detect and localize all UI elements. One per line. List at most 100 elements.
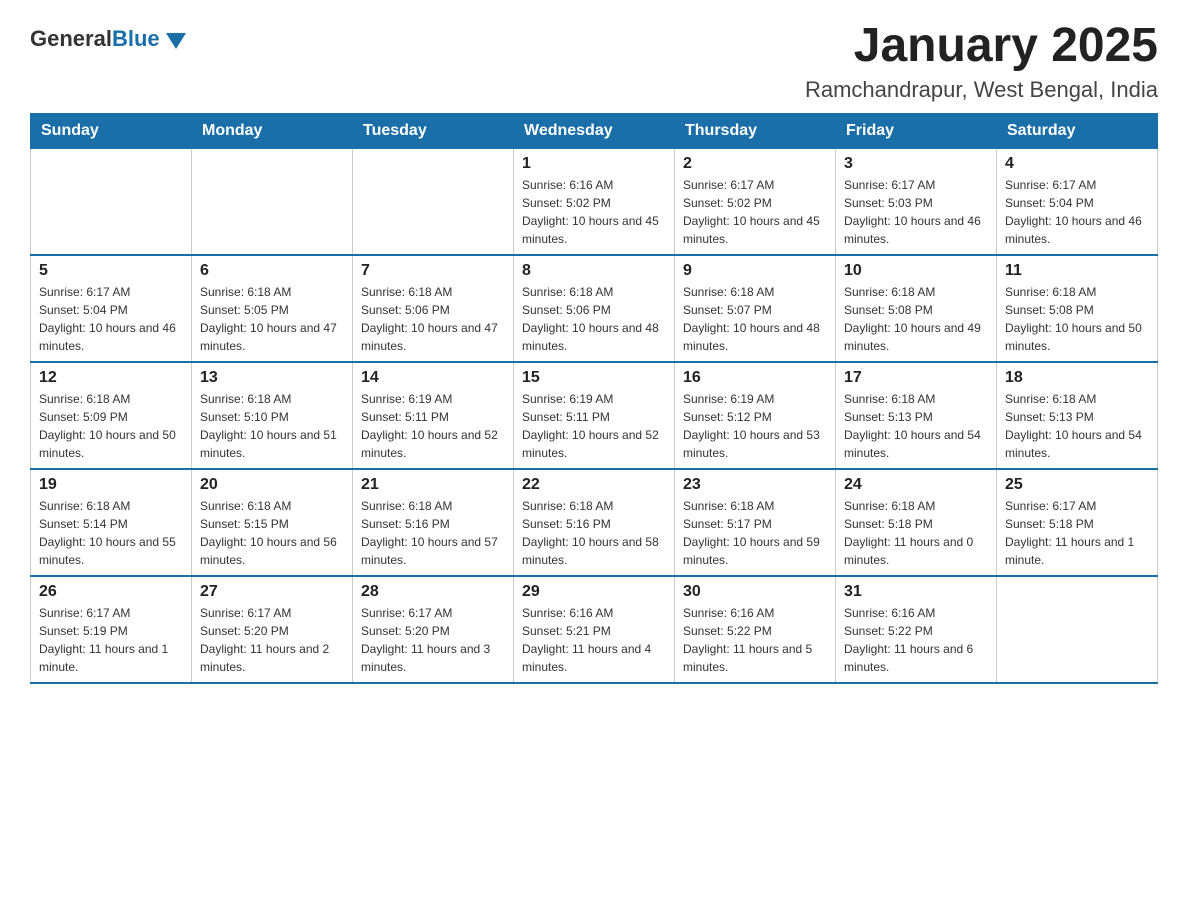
- calendar-cell: 25 Sunrise: 6:17 AM Sunset: 5:18 PM Dayli…: [997, 469, 1158, 576]
- day-number: 18: [1005, 369, 1149, 387]
- day-info: Sunrise: 6:17 AM Sunset: 5:18 PM Dayligh…: [1005, 497, 1149, 569]
- calendar-cell: 26 Sunrise: 6:17 AM Sunset: 5:19 PM Dayli…: [31, 576, 192, 683]
- logo-text: GeneralBlue: [30, 26, 160, 52]
- day-number: 6: [200, 262, 344, 280]
- calendar-week-row: 26 Sunrise: 6:17 AM Sunset: 5:19 PM Dayli…: [31, 576, 1158, 683]
- calendar-cell: 8 Sunrise: 6:18 AM Sunset: 5:06 PM Daylig…: [514, 255, 675, 362]
- day-number: 7: [361, 262, 505, 280]
- day-number: 25: [1005, 476, 1149, 494]
- weekday-header-thursday: Thursday: [675, 113, 836, 148]
- calendar-cell: 14 Sunrise: 6:19 AM Sunset: 5:11 PM Dayli…: [353, 362, 514, 469]
- day-info: Sunrise: 6:19 AM Sunset: 5:12 PM Dayligh…: [683, 390, 827, 462]
- calendar-cell: 17 Sunrise: 6:18 AM Sunset: 5:13 PM Dayli…: [836, 362, 997, 469]
- day-info: Sunrise: 6:16 AM Sunset: 5:22 PM Dayligh…: [844, 604, 988, 676]
- day-number: 23: [683, 476, 827, 494]
- calendar-cell: 20Sunrise: 6:18 AM Sunset: 5:15 PM Dayli…: [192, 469, 353, 576]
- day-info: Sunrise: 6:19 AM Sunset: 5:11 PM Dayligh…: [361, 390, 505, 462]
- calendar-cell: 10Sunrise: 6:18 AM Sunset: 5:08 PM Dayli…: [836, 255, 997, 362]
- calendar-cell: 24Sunrise: 6:18 AM Sunset: 5:18 PM Dayli…: [836, 469, 997, 576]
- day-info: Sunrise: 6:18 AM Sunset: 5:13 PM Dayligh…: [844, 390, 988, 462]
- day-number: 31: [844, 583, 988, 601]
- calendar-title: January 2025: [805, 20, 1158, 73]
- day-number: 30: [683, 583, 827, 601]
- day-info: Sunrise: 6:18 AM Sunset: 5:17 PM Dayligh…: [683, 497, 827, 569]
- day-number: 27: [200, 583, 344, 601]
- day-info: Sunrise: 6:17 AM Sunset: 5:02 PM Dayligh…: [683, 176, 827, 248]
- day-info: Sunrise: 6:19 AM Sunset: 5:11 PM Dayligh…: [522, 390, 666, 462]
- weekday-header-sunday: Sunday: [31, 113, 192, 148]
- day-number: 5: [39, 262, 183, 280]
- day-number: 17: [844, 369, 988, 387]
- logo-triangle-icon: [166, 33, 186, 49]
- day-info: Sunrise: 6:16 AM Sunset: 5:22 PM Dayligh…: [683, 604, 827, 676]
- day-info: Sunrise: 6:18 AM Sunset: 5:16 PM Dayligh…: [522, 497, 666, 569]
- day-info: Sunrise: 6:18 AM Sunset: 5:06 PM Dayligh…: [361, 283, 505, 355]
- day-number: 15: [522, 369, 666, 387]
- day-info: Sunrise: 6:18 AM Sunset: 5:05 PM Dayligh…: [200, 283, 344, 355]
- calendar-cell: 16Sunrise: 6:19 AM Sunset: 5:12 PM Dayli…: [675, 362, 836, 469]
- calendar-week-row: 19Sunrise: 6:18 AM Sunset: 5:14 PM Dayli…: [31, 469, 1158, 576]
- day-number: 8: [522, 262, 666, 280]
- calendar-cell: 2Sunrise: 6:17 AM Sunset: 5:02 PM Daylig…: [675, 148, 836, 255]
- page-header: GeneralBlue January 2025 Ramchandrapur, …: [30, 20, 1158, 103]
- day-info: Sunrise: 6:17 AM Sunset: 5:03 PM Dayligh…: [844, 176, 988, 248]
- day-number: 14: [361, 369, 505, 387]
- day-info: Sunrise: 6:18 AM Sunset: 5:06 PM Dayligh…: [522, 283, 666, 355]
- day-number: 21: [361, 476, 505, 494]
- calendar-cell: 6 Sunrise: 6:18 AM Sunset: 5:05 PM Daylig…: [192, 255, 353, 362]
- calendar-cell: 31 Sunrise: 6:16 AM Sunset: 5:22 PM Dayli…: [836, 576, 997, 683]
- day-info: Sunrise: 6:18 AM Sunset: 5:13 PM Dayligh…: [1005, 390, 1149, 462]
- calendar-week-row: 1Sunrise: 6:16 AM Sunset: 5:02 PM Daylig…: [31, 148, 1158, 255]
- calendar-header-row: SundayMondayTuesdayWednesdayThursdayFrid…: [31, 113, 1158, 148]
- calendar-cell: [31, 148, 192, 255]
- day-number: 19: [39, 476, 183, 494]
- title-area: January 2025 Ramchandrapur, West Bengal,…: [805, 20, 1158, 103]
- logo: GeneralBlue: [30, 26, 186, 52]
- day-number: 26: [39, 583, 183, 601]
- calendar-cell: 28 Sunrise: 6:17 AM Sunset: 5:20 PM Dayli…: [353, 576, 514, 683]
- calendar-cell: 27 Sunrise: 6:17 AM Sunset: 5:20 PM Dayli…: [192, 576, 353, 683]
- day-info: Sunrise: 6:17 AM Sunset: 5:04 PM Dayligh…: [1005, 176, 1149, 248]
- day-number: 24: [844, 476, 988, 494]
- day-number: 28: [361, 583, 505, 601]
- day-number: 13: [200, 369, 344, 387]
- calendar-table: SundayMondayTuesdayWednesdayThursdayFrid…: [30, 113, 1158, 684]
- day-number: 10: [844, 262, 988, 280]
- day-number: 1: [522, 155, 666, 173]
- calendar-cell: 22 Sunrise: 6:18 AM Sunset: 5:16 PM Dayli…: [514, 469, 675, 576]
- calendar-cell: 21 Sunrise: 6:18 AM Sunset: 5:16 PM Dayli…: [353, 469, 514, 576]
- calendar-cell: 12 Sunrise: 6:18 AM Sunset: 5:09 PM Dayli…: [31, 362, 192, 469]
- day-number: 9: [683, 262, 827, 280]
- logo-blue: Blue: [112, 26, 160, 51]
- day-number: 11: [1005, 262, 1149, 280]
- calendar-week-row: 5Sunrise: 6:17 AM Sunset: 5:04 PM Daylig…: [31, 255, 1158, 362]
- day-info: Sunrise: 6:16 AM Sunset: 5:21 PM Dayligh…: [522, 604, 666, 676]
- calendar-cell: 9 Sunrise: 6:18 AM Sunset: 5:07 PM Daylig…: [675, 255, 836, 362]
- day-info: Sunrise: 6:18 AM Sunset: 5:09 PM Dayligh…: [39, 390, 183, 462]
- calendar-cell: 13Sunrise: 6:18 AM Sunset: 5:10 PM Dayli…: [192, 362, 353, 469]
- calendar-cell: [192, 148, 353, 255]
- calendar-cell: [353, 148, 514, 255]
- day-info: Sunrise: 6:17 AM Sunset: 5:19 PM Dayligh…: [39, 604, 183, 676]
- weekday-header-saturday: Saturday: [997, 113, 1158, 148]
- day-number: 22: [522, 476, 666, 494]
- day-number: 4: [1005, 155, 1149, 173]
- calendar-cell: 18 Sunrise: 6:18 AM Sunset: 5:13 PM Dayli…: [997, 362, 1158, 469]
- calendar-cell: 23 Sunrise: 6:18 AM Sunset: 5:17 PM Dayli…: [675, 469, 836, 576]
- weekday-header-friday: Friday: [836, 113, 997, 148]
- calendar-cell: [997, 576, 1158, 683]
- day-number: 12: [39, 369, 183, 387]
- calendar-cell: 15 Sunrise: 6:19 AM Sunset: 5:11 PM Dayli…: [514, 362, 675, 469]
- day-info: Sunrise: 6:18 AM Sunset: 5:16 PM Dayligh…: [361, 497, 505, 569]
- day-info: Sunrise: 6:17 AM Sunset: 5:20 PM Dayligh…: [200, 604, 344, 676]
- calendar-cell: 29Sunrise: 6:16 AM Sunset: 5:21 PM Dayli…: [514, 576, 675, 683]
- calendar-cell: 5Sunrise: 6:17 AM Sunset: 5:04 PM Daylig…: [31, 255, 192, 362]
- day-number: 20: [200, 476, 344, 494]
- day-info: Sunrise: 6:18 AM Sunset: 5:07 PM Dayligh…: [683, 283, 827, 355]
- calendar-week-row: 12 Sunrise: 6:18 AM Sunset: 5:09 PM Dayli…: [31, 362, 1158, 469]
- calendar-cell: 30 Sunrise: 6:16 AM Sunset: 5:22 PM Dayli…: [675, 576, 836, 683]
- weekday-header-wednesday: Wednesday: [514, 113, 675, 148]
- day-info: Sunrise: 6:17 AM Sunset: 5:20 PM Dayligh…: [361, 604, 505, 676]
- calendar-cell: 11Sunrise: 6:18 AM Sunset: 5:08 PM Dayli…: [997, 255, 1158, 362]
- weekday-header-tuesday: Tuesday: [353, 113, 514, 148]
